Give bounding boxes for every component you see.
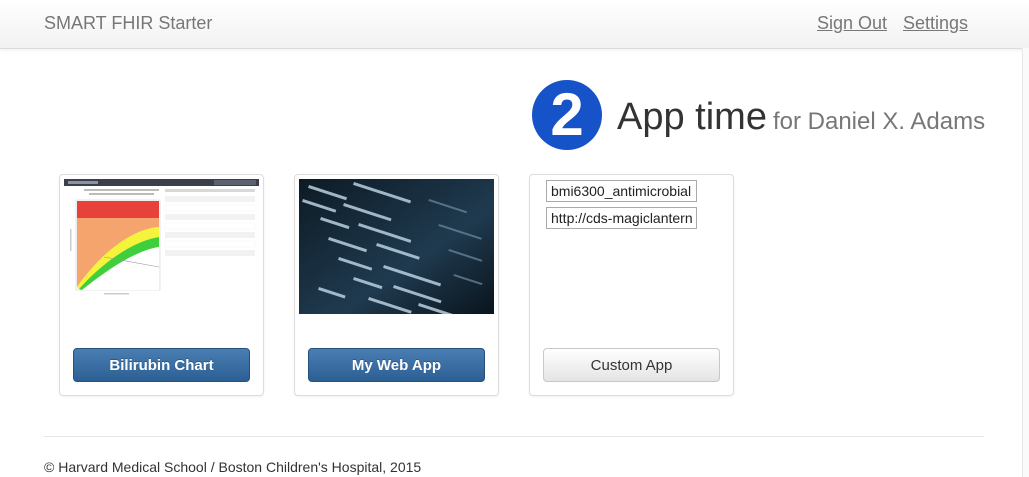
code-thumbnail-image: [299, 179, 494, 314]
page-title: App time: [617, 96, 767, 138]
page-heading: App time for Daniel X. Adams: [617, 96, 985, 139]
my-web-app-button[interactable]: My Web App: [308, 348, 485, 382]
footer-divider: [44, 436, 984, 437]
footer-copyright: © Harvard Medical School / Boston Childr…: [44, 459, 422, 475]
step-number-badge: 2: [532, 80, 602, 150]
app-card-my-web-app: My Web App: [294, 174, 499, 396]
code-screen-thumbnail: [299, 179, 494, 314]
sign-out-link[interactable]: Sign Out: [817, 13, 887, 34]
bilirubin-thumbnail-image: [64, 179, 259, 314]
top-navbar: SMART FHIR Starter Sign Out Settings: [0, 0, 1029, 49]
patient-name: for Daniel X. Adams: [772, 108, 986, 135]
app-card-bilirubin: Bilirubin Chart: [59, 174, 264, 396]
launch-url-input[interactable]: [546, 207, 697, 229]
client-id-input[interactable]: [546, 180, 697, 202]
settings-link[interactable]: Settings: [903, 13, 968, 34]
bilirubin-chart-thumbnail: [64, 179, 259, 314]
scrollbar-track[interactable]: [1022, 48, 1029, 477]
app-card-custom: Custom App: [529, 174, 734, 396]
app-brand[interactable]: SMART FHIR Starter: [44, 13, 212, 34]
custom-app-button[interactable]: Custom App: [543, 348, 720, 382]
bilirubin-chart-button[interactable]: Bilirubin Chart: [73, 348, 250, 382]
